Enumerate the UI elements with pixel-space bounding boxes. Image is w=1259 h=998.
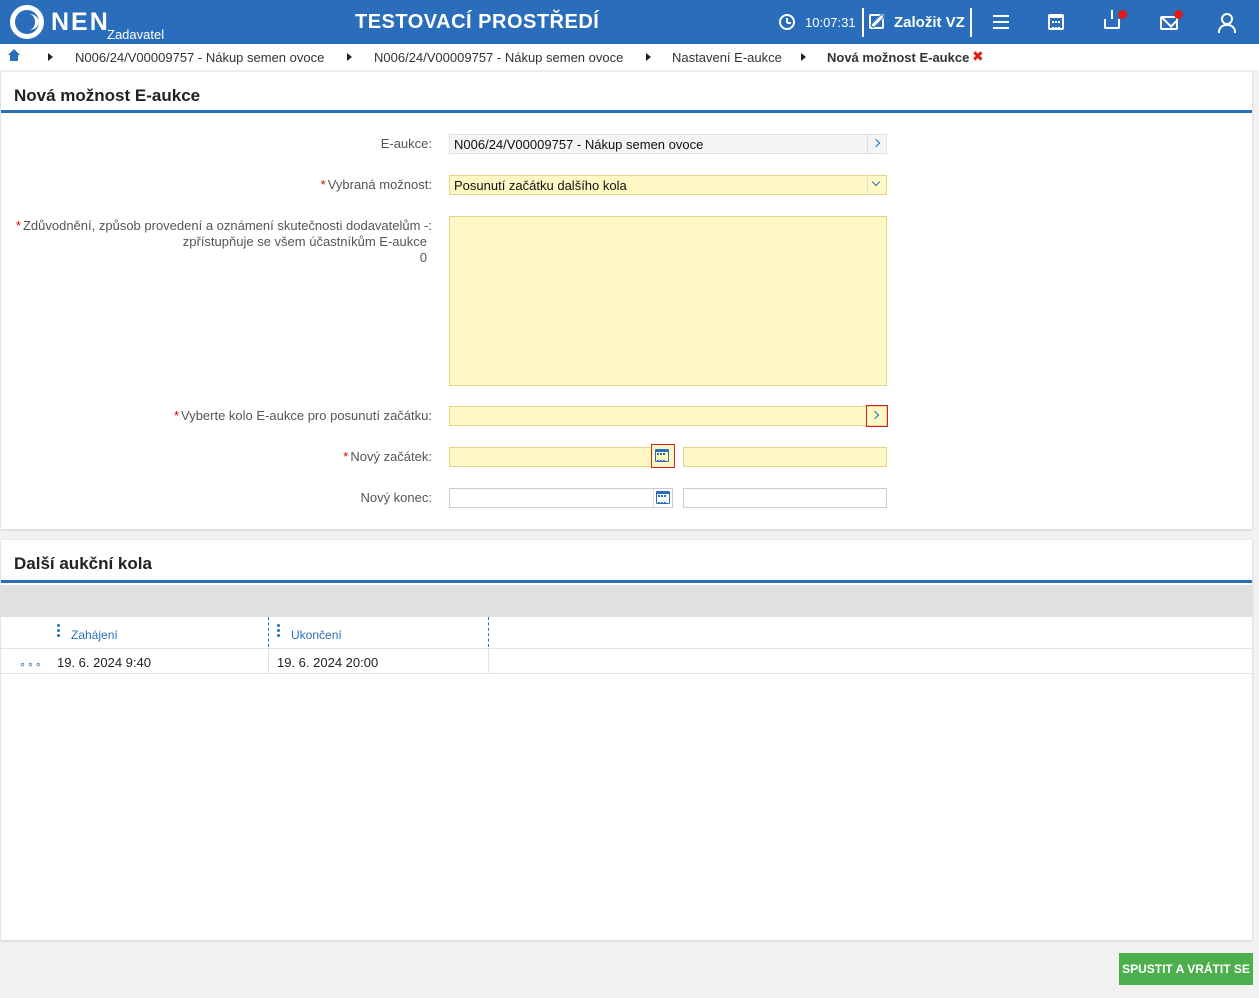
breadcrumb-arrow-icon xyxy=(347,53,352,61)
grid-row-divider xyxy=(1,673,1252,674)
panel-title: Nová možnost E-aukce xyxy=(14,86,201,105)
environment-title: TESTOVACÍ PROSTŘEDÍ xyxy=(355,11,600,33)
new-end-date-input[interactable] xyxy=(449,488,673,508)
new-end-calendar-button[interactable] xyxy=(653,489,673,507)
breadcrumb-item-contract-detail[interactable]: N006/24/V00009757 - Nákup semen ovoce xyxy=(374,50,623,65)
top-bar: NEN Zadavatel TESTOVACÍ PROSTŘEDÍ 10:07:… xyxy=(0,0,1259,44)
breadcrumb-arrow-icon xyxy=(646,53,651,61)
close-tab-icon[interactable]: ✖ xyxy=(972,48,984,65)
breadcrumb-arrow-icon xyxy=(48,53,53,61)
column-separator[interactable] xyxy=(268,617,269,647)
new-end-time-input[interactable] xyxy=(683,488,887,508)
chevron-down-icon[interactable] xyxy=(867,175,887,195)
rounds-title-underline xyxy=(1,580,1252,583)
row-end: 19. 6. 2024 20:00 xyxy=(277,655,379,670)
required-mark: * xyxy=(15,218,21,233)
nen-logo-icon[interactable] xyxy=(10,5,44,39)
row-actions-icon[interactable]: ∘∘∘ xyxy=(19,658,43,671)
rounds-title: Další aukční kola xyxy=(14,554,152,573)
row-start: 19. 6. 2024 9:40 xyxy=(57,655,151,670)
eauction-label: E-aukce: xyxy=(380,136,432,151)
breadcrumb-item-eauction-settings[interactable]: Nastavení E-aukce xyxy=(672,50,782,65)
edit-icon xyxy=(869,14,884,29)
mail-notification-dot xyxy=(1174,10,1183,19)
home-icon[interactable] xyxy=(8,49,20,63)
calendar-icon xyxy=(655,449,669,462)
breadcrumb-arrow-icon xyxy=(801,53,806,61)
new-start-calendar-button[interactable] xyxy=(651,444,675,468)
new-start-label: * Nový začátek: xyxy=(343,449,432,464)
column-menu-icon[interactable] xyxy=(57,624,60,638)
new-option-panel: Nová možnost E-aukce E-aukce: N006/24/V0… xyxy=(1,72,1252,529)
header-divider xyxy=(970,8,972,37)
inbox-icon[interactable] xyxy=(1104,10,1120,29)
column-header-start[interactable]: Zahájení xyxy=(71,628,118,642)
column-menu-icon[interactable] xyxy=(277,624,280,638)
brand-name[interactable]: NEN xyxy=(51,8,110,37)
cell-divider xyxy=(488,649,489,673)
breadcrumb-item-current: Nová možnost E-aukce xyxy=(827,50,970,65)
cell-divider xyxy=(268,649,269,673)
menu-icon[interactable] xyxy=(991,12,1011,32)
breadcrumb: N006/24/V00009757 - Nákup semen ovoce N0… xyxy=(0,44,1259,70)
column-separator[interactable] xyxy=(488,617,489,647)
clock-icon xyxy=(779,14,795,30)
grid-row-divider xyxy=(1,648,1252,649)
start-and-return-button[interactable]: SPUSTIT A VRÁTIT SE xyxy=(1119,953,1253,985)
round-field[interactable] xyxy=(449,406,887,426)
required-mark: * xyxy=(320,177,326,192)
create-contract-button[interactable]: Založit VZ xyxy=(867,6,971,38)
reason-char-count: 0 xyxy=(419,250,427,265)
option-label: * Vybraná možnost: xyxy=(320,177,432,192)
eauction-open-button[interactable] xyxy=(867,134,887,154)
new-start-date-input[interactable] xyxy=(449,447,673,467)
column-header-end[interactable]: Ukončení xyxy=(291,628,342,642)
required-mark: * xyxy=(343,449,349,464)
reason-label: * Zdůvodnění, způsob provedení a oznámení… xyxy=(15,218,432,265)
user-icon[interactable] xyxy=(1216,13,1236,33)
calendar-icon xyxy=(656,491,670,504)
new-end-label: Nový konec: xyxy=(360,490,432,505)
round-label: * Vyberte kolo E-aukce pro posunutí začát… xyxy=(173,408,432,423)
breadcrumb-item-contract[interactable]: N006/24/V00009757 - Nákup semen ovoce xyxy=(75,50,324,65)
calendar-icon[interactable] xyxy=(1048,14,1064,30)
session-clock: 10:07:31 xyxy=(805,15,856,30)
inbox-notification-dot xyxy=(1118,10,1127,19)
grid-toolbar xyxy=(1,585,1252,617)
reason-textarea[interactable] xyxy=(449,216,887,386)
eauction-field: N006/24/V00009757 - Nákup semen ovoce xyxy=(449,134,887,154)
brand-subtitle: Zadavatel xyxy=(107,27,165,42)
round-select-button[interactable] xyxy=(866,405,888,427)
rounds-panel: Další aukční kola Zahájení Ukončení ∘∘∘ … xyxy=(1,540,1252,940)
header-divider xyxy=(862,8,864,37)
required-mark: * xyxy=(173,408,179,423)
new-start-time-input[interactable] xyxy=(683,447,887,467)
option-select[interactable]: Posunutí začátku dalšího kola xyxy=(449,175,887,195)
create-contract-label: Založit VZ xyxy=(894,14,965,31)
panel-title-underline xyxy=(1,110,1252,113)
